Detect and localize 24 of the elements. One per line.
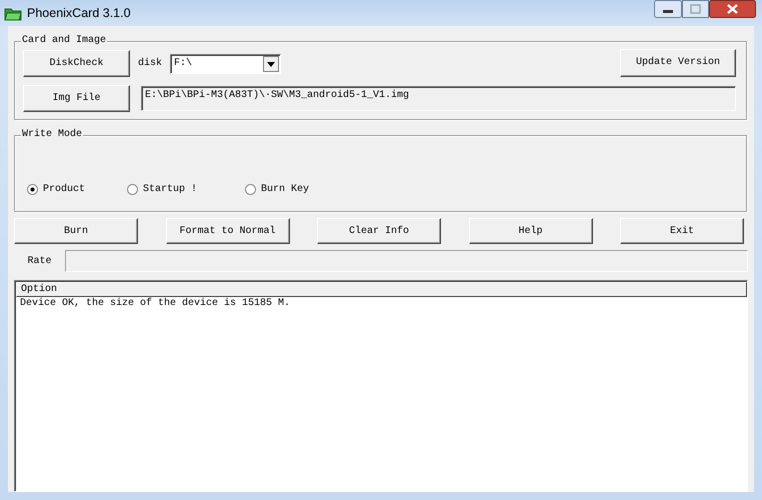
window-title: PhoenixCard 3.1.0 [27, 6, 131, 20]
null[interactable]: Exit [620, 218, 744, 244]
null[interactable]: Help [468, 218, 592, 244]
rate-label: Rate [26, 254, 52, 268]
radio-label: Burn Key [261, 184, 310, 195]
log-line: Device OK, the size of the device is 15185 M. [19, 297, 292, 310]
disk-dropdown[interactable]: F:\ [170, 54, 282, 74]
close-button[interactable] [709, 0, 756, 18]
null[interactable]: Format to Normal [166, 218, 290, 244]
null[interactable]: Clear Info [317, 218, 441, 244]
radio-button[interactable] [245, 184, 256, 195]
column-header[interactable]: Option [16, 282, 747, 297]
radio-label: Startup ! [143, 184, 198, 195]
radio-label: Product [43, 184, 86, 195]
null[interactable]: Burn [14, 218, 138, 244]
update-version-button[interactable]: Update Version [620, 48, 736, 76]
group-title: Card and Image [21, 35, 108, 47]
img-file-button[interactable]: Img File [23, 85, 130, 112]
disk-label: disk [138, 58, 162, 69]
image-path-field[interactable]: E:\BPi\BPi-M3(A83T)\·SW\M3_android5-1_V1.img [141, 86, 736, 111]
minimize-button[interactable] [654, 0, 682, 18]
radio-button[interactable] [127, 184, 138, 195]
radio-button[interactable] [27, 184, 38, 195]
disk-check-button[interactable]: DiskCheck [23, 50, 130, 77]
